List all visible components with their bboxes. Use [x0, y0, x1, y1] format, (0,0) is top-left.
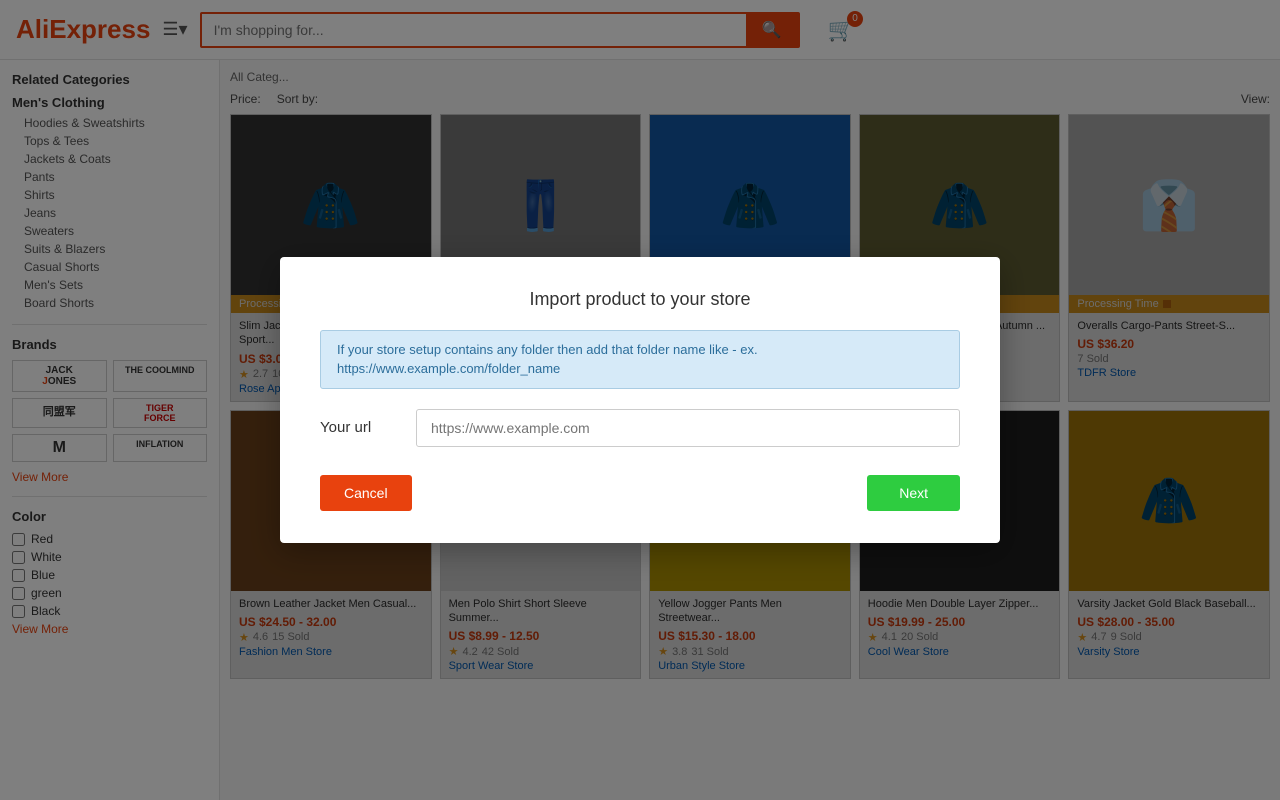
- modal-hint: If your store setup contains any folder …: [320, 330, 960, 388]
- import-modal: Import product to your store If your sto…: [280, 257, 1000, 542]
- modal-url-label: Your url: [320, 419, 400, 436]
- modal-actions: Cancel Next: [320, 475, 960, 511]
- modal-url-row: Your url: [320, 409, 960, 447]
- modal-overlay: Import product to your store If your sto…: [0, 0, 1280, 800]
- modal-url-input[interactable]: [416, 409, 960, 447]
- cancel-button[interactable]: Cancel: [320, 475, 412, 511]
- next-button[interactable]: Next: [867, 475, 960, 511]
- modal-title: Import product to your store: [320, 289, 960, 310]
